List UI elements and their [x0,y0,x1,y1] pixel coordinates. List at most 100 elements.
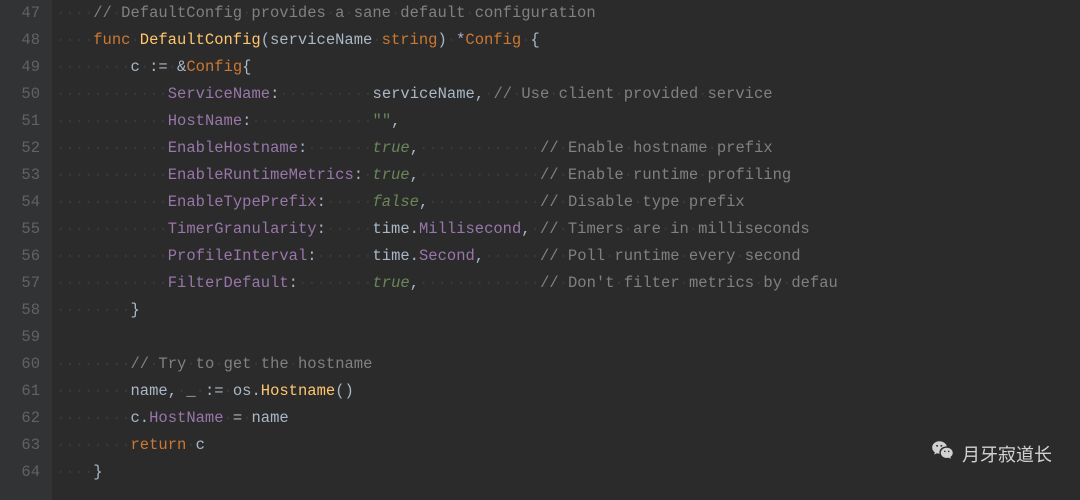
code-token-ident: ············ [56,220,168,238]
code-token-ident: ·os. [224,382,261,400]
code-token-field: ServiceName [168,85,270,103]
code-token-ident: ·c [186,436,205,454]
code-token-comment: //·Don't·filter·metrics·by·defau [540,274,838,292]
code-token-comment: //·Use·client·provided·service [493,85,772,103]
code-token-ident: ········name,·_· [56,382,205,400]
code-token-ident: ········} [56,301,140,319]
code-token-field: EnableHostname [168,139,298,157]
code-token-member: Millisecond [419,220,521,238]
code-token-field: FilterDefault [168,274,289,292]
code-line[interactable]: ········return·c [56,432,1080,459]
code-line[interactable]: ············HostName:·············"", [56,108,1080,135]
code-token-ident: ············ [56,166,168,184]
code-line[interactable]: ············FilterDefault:········true,·… [56,270,1080,297]
code-line[interactable]: ········} [56,297,1080,324]
code-line[interactable]: ····//·DefaultConfig·provides·a·sane·def… [56,0,1080,27]
line-number: 58 [8,297,40,324]
line-number: 54 [8,189,40,216]
code-token-ident: ············ [56,139,168,157]
line-number: 63 [8,432,40,459]
watermark-text: 月牙寂道长 [962,442,1052,469]
code-token-ident: :······· [298,139,373,157]
code-line[interactable]: ············EnableRuntimeMetrics:·true,·… [56,162,1080,189]
code-line[interactable]: ········c·:=·&Config{ [56,54,1080,81]
code-token-field: TimerGranularity [168,220,317,238]
code-token-ident: (serviceName· [261,31,382,49]
code-token-ident: ,············· [410,274,540,292]
line-number: 49 [8,54,40,81]
code-token-ident: :······time. [307,247,419,265]
code-token-ident: ············ [56,112,168,130]
line-number: 50 [8,81,40,108]
code-token-ident: · [130,31,139,49]
code-token-comment: //·DefaultConfig·provides·a·sane·default… [93,4,595,22]
code-token-ident: ············ [56,274,168,292]
code-token-field: HostName [149,409,223,427]
watermark: 月牙寂道长 [930,438,1052,472]
code-token-fn: Hostname [261,382,335,400]
code-token-ident: ········ [56,436,131,454]
code-token-ident: )·* [437,31,465,49]
code-token-ident: () [335,382,354,400]
code-token-comment: //·Try·to·get·the·hostname [131,355,373,373]
line-number: 47 [8,0,40,27]
code-token-ident: ·{ [521,31,540,49]
code-line[interactable]: ········//·Try·to·get·the·hostname [56,351,1080,378]
code-line[interactable]: ············ServiceName:··········servic… [56,81,1080,108]
code-line[interactable]: ····func·DefaultConfig(serviceName·strin… [56,27,1080,54]
code-line[interactable]: ············EnableTypePrefix:·····false,… [56,189,1080,216]
code-token-ident: :· [354,166,373,184]
line-number: 56 [8,243,40,270]
line-number: 51 [8,108,40,135]
code-token-member: Second [419,247,475,265]
line-number: 64 [8,459,40,486]
line-number: 61 [8,378,40,405]
code-token-comment: //·Enable·hostname·prefix [540,139,773,157]
code-token-bool: true [372,274,409,292]
code-line[interactable]: ········c.HostName·=·name [56,405,1080,432]
code-token-ident: ,············· [410,166,540,184]
code-token-ident: ············ [56,193,168,211]
code-token-comment: //·Disable·type·prefix [540,193,745,211]
code-token-op: := [205,382,224,400]
code-token-ident: ········c. [56,409,149,427]
line-number: 57 [8,270,40,297]
code-token-ident: , [391,112,400,130]
code-token-ident: :··········serviceName,· [270,85,493,103]
line-number-gutter: 474849505152535455565758596061626364 [0,0,52,500]
wechat-icon [930,438,956,472]
code-token-comment: //·Enable·runtime·profiling [540,166,791,184]
code-token-ident: ·=·name [224,409,289,427]
code-token-comment: //·Timers·are·in·milliseconds [540,220,810,238]
line-number: 52 [8,135,40,162]
code-token-bool: false [372,193,419,211]
code-token-ident: ,············· [410,139,540,157]
code-token-field: EnableRuntimeMetrics [168,166,354,184]
code-token-ident: ,············ [419,193,540,211]
code-token-field: EnableTypePrefix [168,193,317,211]
line-number: 55 [8,216,40,243]
code-line[interactable] [56,324,1080,351]
code-token-type: Config [186,58,242,76]
code-token-ident: :········ [289,274,373,292]
code-line[interactable]: ············EnableHostname:·······true,·… [56,135,1080,162]
code-token-ident: { [242,58,251,76]
code-token-kw: return [131,436,187,454]
code-token-ident: :·····time. [317,220,419,238]
code-line[interactable]: ········name,·_·:=·os.Hostname() [56,378,1080,405]
code-line[interactable]: ············TimerGranularity:·····time.M… [56,216,1080,243]
code-line[interactable]: ············ProfileInterval:······time.S… [56,243,1080,270]
code-token-field: HostName [168,112,242,130]
code-token-ident: ········c· [56,58,149,76]
code-token-str: "" [373,112,392,130]
code-line[interactable]: ····} [56,459,1080,486]
code-editor[interactable]: 474849505152535455565758596061626364 ···… [0,0,1080,500]
code-token-type: Config [465,31,521,49]
code-token-comment: //·Poll·runtime·every·second [540,247,801,265]
line-number: 62 [8,405,40,432]
code-area[interactable]: ····//·DefaultConfig·provides·a·sane·def… [52,0,1080,500]
code-token-ident: ,······ [475,247,540,265]
code-token-ident: ········ [56,355,131,373]
code-token-bool: true [372,139,409,157]
code-token-ident: ,· [521,220,540,238]
